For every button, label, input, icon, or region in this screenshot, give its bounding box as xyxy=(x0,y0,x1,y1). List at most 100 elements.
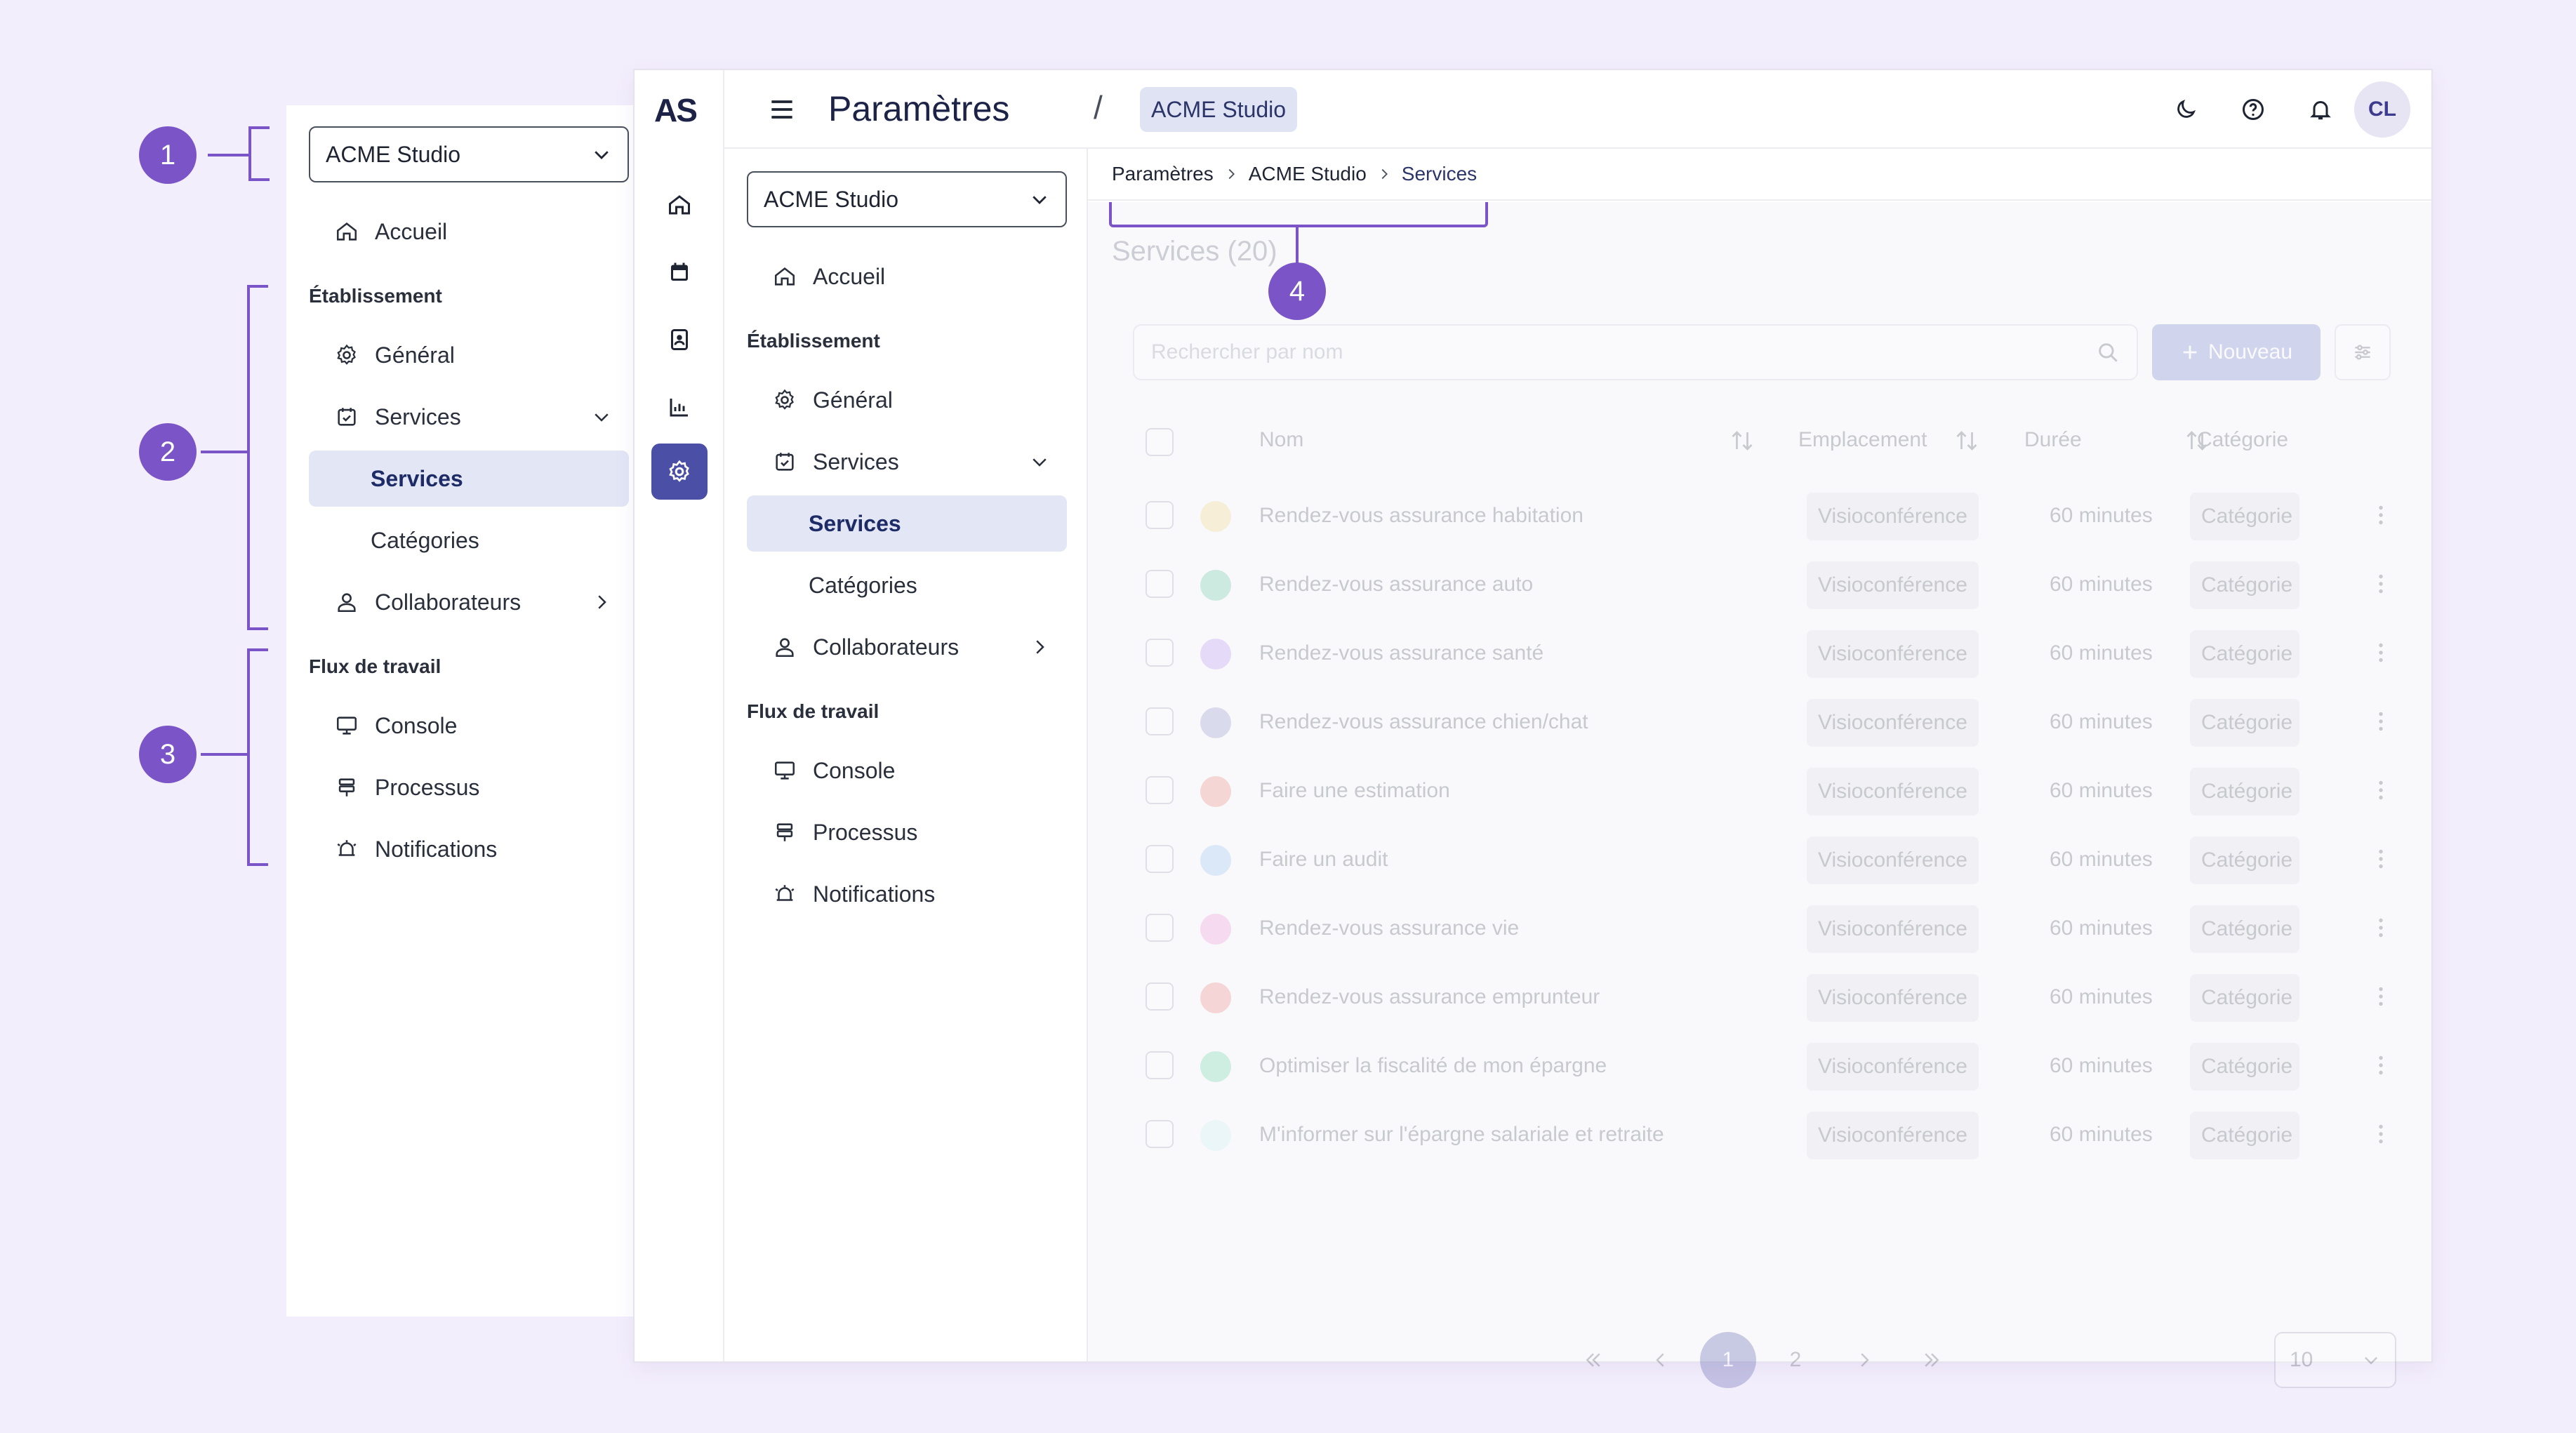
help-icon[interactable] xyxy=(2239,95,2267,124)
chevron-right-icon xyxy=(1223,166,1239,182)
row-checkbox[interactable] xyxy=(1146,776,1174,804)
sort-icon[interactable] xyxy=(1954,428,1979,453)
service-duration: 60 minutes xyxy=(2050,710,2153,733)
table-row[interactable]: Rendez-vous assurance habitation Visiocon… xyxy=(1133,481,2391,550)
row-checkbox[interactable] xyxy=(1146,982,1174,1011)
more-options-icon[interactable] xyxy=(2368,502,2394,528)
more-options-icon[interactable] xyxy=(2368,640,2394,665)
sidebar-item-notifications[interactable]: Notifications xyxy=(309,821,629,877)
service-name: Rendez-vous assurance chien/chat xyxy=(1259,710,1588,733)
settings-icon xyxy=(667,459,692,484)
select-all-checkbox[interactable] xyxy=(1146,428,1174,456)
sidebar-item-general[interactable]: Général xyxy=(309,327,629,383)
more-options-icon[interactable] xyxy=(2368,984,2394,1009)
filter-button[interactable] xyxy=(2335,324,2391,380)
service-duration: 60 minutes xyxy=(2050,917,2153,940)
row-checkbox[interactable] xyxy=(1146,501,1174,529)
service-color-dot xyxy=(1200,1051,1231,1082)
service-duration: 60 minutes xyxy=(2050,504,2153,527)
row-checkbox[interactable] xyxy=(1146,570,1174,598)
row-checkbox[interactable] xyxy=(1146,1051,1174,1079)
sidebar-item-notifications[interactable]: Notifications xyxy=(747,866,1067,922)
page-button-1[interactable]: 1 xyxy=(1700,1332,1756,1388)
more-options-icon[interactable] xyxy=(2368,915,2394,940)
sidebar-item-home[interactable]: Accueil xyxy=(747,248,1067,305)
rail-settings-button[interactable] xyxy=(651,444,708,500)
breadcrumb-item[interactable]: ACME Studio xyxy=(1249,163,1367,185)
column-location[interactable]: Emplacement xyxy=(1798,428,1927,452)
last-page-button[interactable] xyxy=(1904,1332,1960,1388)
table-row[interactable]: Rendez-vous assurance vie Visioconférence… xyxy=(1133,894,2391,963)
sidebar-item-services[interactable]: Services xyxy=(309,389,629,445)
table-row[interactable]: Rendez-vous assurance chien/chat Visiocon… xyxy=(1133,688,2391,757)
chevron-left-icon xyxy=(1650,1349,1671,1371)
sidebar-item-label: Accueil xyxy=(375,218,448,244)
sidebar-item-collaborators[interactable]: Collaborateurs xyxy=(309,574,629,630)
service-color-dot xyxy=(1200,570,1231,601)
sidebar-item-processes[interactable]: Processus xyxy=(747,804,1067,860)
more-options-icon[interactable] xyxy=(2368,1121,2394,1147)
sidebar-item-collaborators[interactable]: Collaborateurs xyxy=(747,619,1067,675)
sort-icon[interactable] xyxy=(1729,428,1755,453)
more-options-icon[interactable] xyxy=(2368,778,2394,803)
table-row[interactable]: Faire un audit Visioconférence 60 minutes C… xyxy=(1133,825,2391,894)
table-row[interactable]: Faire une estimation Visioconférence 60 mi… xyxy=(1133,757,2391,825)
table-row[interactable]: Rendez-vous assurance santé Visioconféren… xyxy=(1133,619,2391,688)
row-checkbox[interactable] xyxy=(1146,1120,1174,1148)
first-page-button[interactable] xyxy=(1565,1332,1621,1388)
process-icon xyxy=(333,773,361,801)
workspace-chip[interactable]: ACME Studio xyxy=(1140,87,1298,132)
workspace-select[interactable]: ACME Studio xyxy=(747,171,1067,227)
more-options-icon[interactable] xyxy=(2368,1053,2394,1078)
workspace-select[interactable]: ACME Studio xyxy=(309,126,629,182)
sidebar-subitem-services[interactable]: Services xyxy=(747,495,1067,552)
sidebar-subitem-categories[interactable]: Catégories xyxy=(309,512,629,568)
column-category[interactable]: Catégorie xyxy=(2197,428,2288,452)
home-icon xyxy=(667,192,692,218)
annotation-badge: 4 xyxy=(1268,262,1326,320)
bell-icon[interactable] xyxy=(2306,95,2335,124)
user-icon xyxy=(771,633,799,661)
breadcrumb-item[interactable]: Paramètres xyxy=(1112,163,1214,185)
chevron-down-icon xyxy=(591,406,612,427)
search-input[interactable]: Rechercher par nom xyxy=(1133,324,2138,380)
category-chip: Catégorie xyxy=(2190,1043,2299,1091)
user-avatar[interactable]: CL xyxy=(2354,81,2410,138)
row-checkbox[interactable] xyxy=(1146,845,1174,873)
rail-home-button[interactable] xyxy=(651,177,708,233)
per-page-value: 10 xyxy=(2290,1348,2313,1371)
sidebar-item-home[interactable]: Accueil xyxy=(309,204,629,260)
previous-page-button[interactable] xyxy=(1633,1332,1689,1388)
per-page-select[interactable]: 10 xyxy=(2274,1332,2396,1388)
location-chip: Visioconférence xyxy=(1807,561,1979,609)
row-checkbox[interactable] xyxy=(1146,914,1174,942)
rail-contacts-button[interactable] xyxy=(651,312,708,368)
sidebar-item-processes[interactable]: Processus xyxy=(309,759,629,815)
hamburger-menu-icon[interactable] xyxy=(766,94,797,125)
rail-stats-button[interactable] xyxy=(651,379,708,435)
more-options-icon[interactable] xyxy=(2368,846,2394,872)
moon-icon[interactable] xyxy=(2172,95,2200,124)
new-service-button[interactable]: Nouveau xyxy=(2152,324,2321,380)
sidebar-item-services[interactable]: Services xyxy=(747,434,1067,490)
column-name[interactable]: Nom xyxy=(1259,428,1303,452)
sidebar-subitem-categories[interactable]: Catégories xyxy=(747,557,1067,613)
category-chip: Catégorie xyxy=(2190,493,2299,540)
table-row[interactable]: Rendez-vous assurance auto Visioconférenc… xyxy=(1133,550,2391,619)
sidebar-item-console[interactable]: Console xyxy=(309,698,629,754)
row-checkbox[interactable] xyxy=(1146,707,1174,735)
location-chip: Visioconférence xyxy=(1807,630,1979,678)
sidebar-item-console[interactable]: Console xyxy=(747,742,1067,799)
sidebar-item-general[interactable]: Général xyxy=(747,372,1067,428)
sidebar-subitem-services[interactable]: Services xyxy=(309,451,629,507)
table-row[interactable]: Rendez-vous assurance emprunteur Visiocon… xyxy=(1133,963,2391,1032)
next-page-button[interactable] xyxy=(1836,1332,1892,1388)
row-checkbox[interactable] xyxy=(1146,639,1174,667)
table-row[interactable]: M'informer sur l'épargne salariale et re… xyxy=(1133,1100,2391,1169)
column-duration[interactable]: Durée xyxy=(2024,428,2082,452)
page-button-2[interactable]: 2 xyxy=(1767,1332,1824,1388)
more-options-icon[interactable] xyxy=(2368,571,2394,596)
rail-calendar-button[interactable] xyxy=(651,244,708,300)
table-row[interactable]: Optimiser la fiscalité de mon épargne Vis… xyxy=(1133,1032,2391,1100)
more-options-icon[interactable] xyxy=(2368,709,2394,734)
